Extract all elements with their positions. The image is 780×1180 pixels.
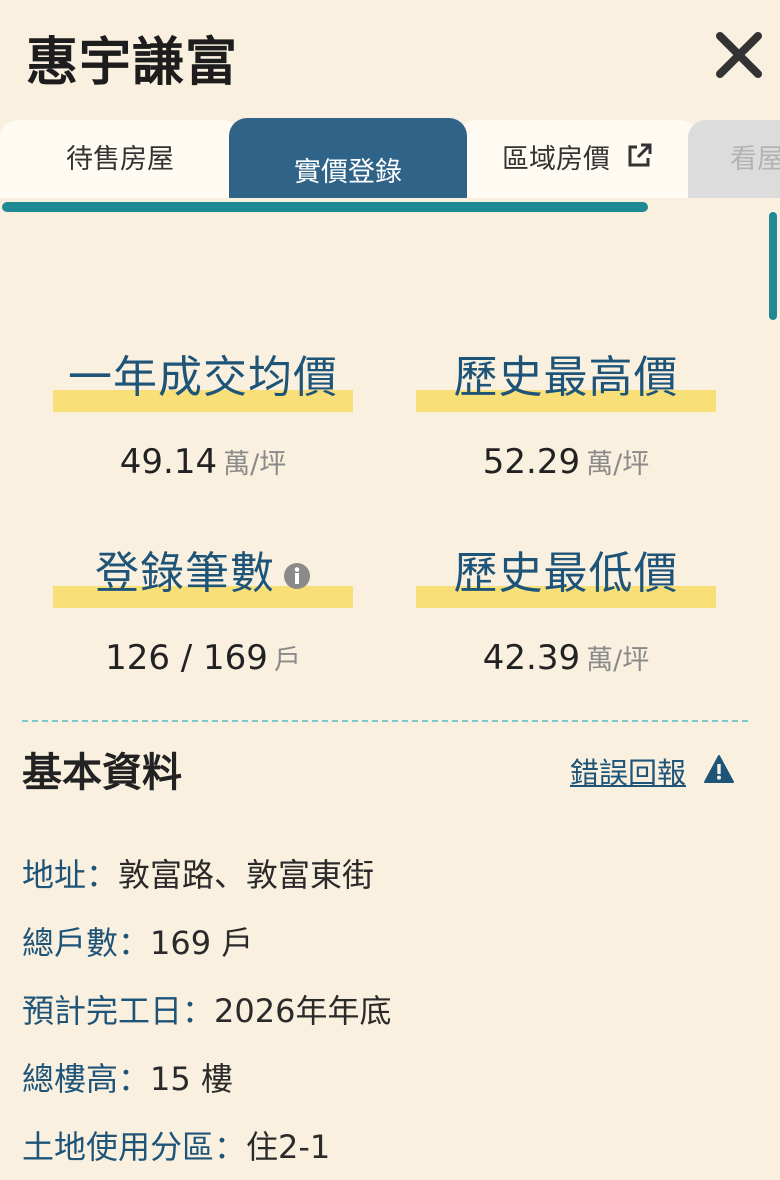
stat-label: 歷史最高價 — [416, 350, 716, 420]
stat-record-count: 登錄筆數 126 / 169 戶 — [53, 546, 353, 678]
page: 惠宇謙富 待售房屋 區域房價 看屋 實價登錄 一年成交均價 49.14 萬/坪 … — [0, 0, 780, 1180]
basic-info-list: 地址：敦富路、敦富東街 總戶數：169 戶 預計完工日：2026年年底 總樓高：… — [22, 850, 762, 1180]
stat-lowest-price: 歷史最低價 42.39 萬/坪 — [416, 546, 716, 678]
tab-for-sale[interactable]: 待售房屋 — [0, 120, 240, 198]
tab-bar: 待售房屋 區域房價 看屋 實價登錄 — [0, 118, 780, 198]
info-key: 土地使用分區： — [22, 1128, 247, 1166]
page-title: 惠宇謙富 — [26, 33, 239, 93]
scrollbar[interactable] — [769, 212, 777, 320]
info-key: 預計完工日： — [22, 992, 215, 1030]
info-row-completion-date: 預計完工日：2026年年底 — [22, 986, 762, 1054]
info-row-zoning: 土地使用分區：住2-1 — [22, 1122, 762, 1180]
info-value: 敦富路、敦富東街 — [118, 856, 375, 894]
tab-indicator — [2, 202, 648, 212]
info-key: 總樓高： — [22, 1060, 151, 1098]
stat-avg-price: 一年成交均價 49.14 萬/坪 — [53, 350, 353, 482]
tab-label: 區域房價 — [502, 143, 610, 175]
info-value: 169 戶 — [150, 924, 254, 962]
close-button[interactable] — [712, 28, 766, 82]
divider — [22, 720, 748, 722]
tab-transaction-records[interactable]: 實價登錄 — [229, 118, 467, 198]
info-value: 住2-1 — [246, 1128, 331, 1166]
stat-label: 登錄筆數 — [53, 546, 353, 616]
stat-highest-price: 歷史最高價 52.29 萬/坪 — [416, 350, 716, 482]
info-value: 15 樓 — [150, 1060, 233, 1098]
stat-label: 一年成交均價 — [53, 350, 353, 420]
close-icon — [716, 32, 762, 78]
tab-label: 待售房屋 — [66, 143, 174, 175]
tab-area-price[interactable]: 區域房價 — [458, 120, 698, 198]
info-value: 2026年年底 — [214, 992, 392, 1030]
warning-icon[interactable] — [703, 754, 735, 788]
info-row-total-floors: 總樓高：15 樓 — [22, 1054, 762, 1122]
tab-label: 實價登錄 — [294, 156, 402, 188]
stat-value: 49.14 萬/坪 — [119, 442, 287, 482]
info-icon[interactable] — [283, 548, 311, 604]
stat-value: 42.39 萬/坪 — [482, 638, 650, 678]
info-row-total-units: 總戶數：169 戶 — [22, 918, 762, 986]
info-row-address: 地址：敦富路、敦富東街 — [22, 850, 762, 918]
stat-label: 歷史最低價 — [416, 546, 716, 616]
info-key: 地址： — [22, 856, 119, 894]
stat-value: 126 / 169 戶 — [105, 638, 301, 678]
stat-value: 52.29 萬/坪 — [482, 442, 650, 482]
tab-viewing[interactable]: 看屋 — [688, 120, 780, 198]
section-title: 基本資料 — [22, 750, 182, 796]
tab-label: 看屋 — [730, 143, 780, 175]
external-link-icon — [624, 141, 654, 171]
error-report-link[interactable]: 錯誤回報 — [570, 750, 686, 792]
info-key: 總戶數： — [22, 924, 151, 962]
